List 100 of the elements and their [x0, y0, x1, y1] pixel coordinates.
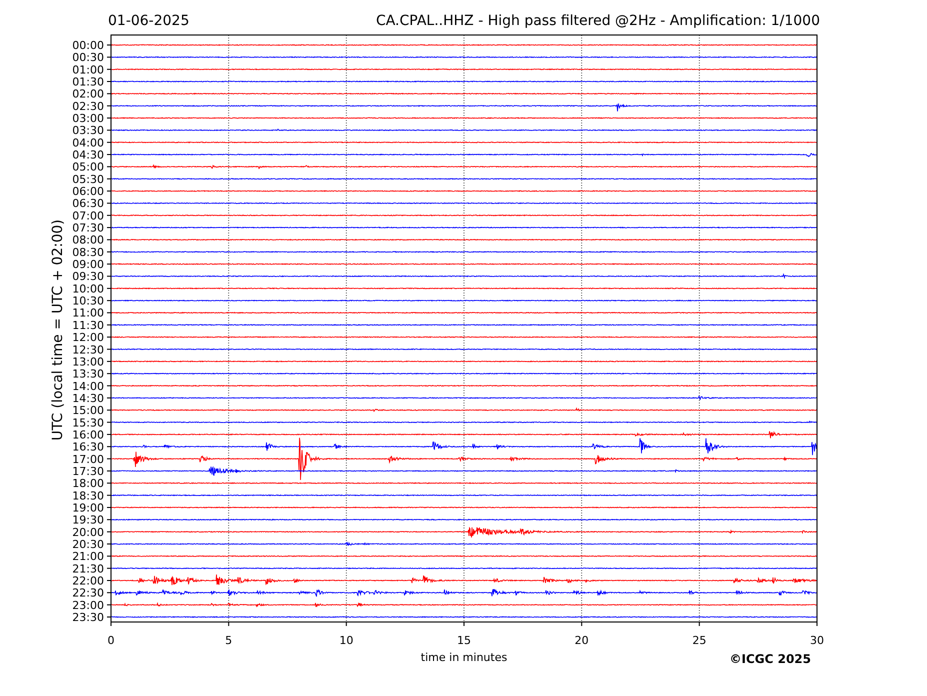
tick-mark	[106, 81, 112, 82]
time-label: 04:30	[72, 148, 104, 162]
tick-mark	[106, 348, 112, 350]
tick-mark	[106, 264, 112, 265]
tick-mark	[106, 446, 112, 448]
axis-tick-label: 10	[339, 634, 354, 647]
time-label: 22:30	[72, 586, 104, 600]
tick-mark	[106, 154, 112, 156]
tick-mark	[106, 397, 112, 398]
tick-mark	[106, 422, 112, 423]
time-label: 14:00	[72, 380, 104, 393]
tick-mark	[106, 568, 112, 569]
tick-mark	[106, 214, 112, 216]
tick-mark	[106, 324, 112, 326]
tick-mark	[106, 239, 112, 240]
time-label: 11:00	[72, 306, 104, 320]
time-label: 06:30	[72, 197, 104, 210]
time-label: 21:30	[72, 562, 104, 576]
tick-mark	[346, 622, 347, 626]
time-label: 12:30	[72, 343, 104, 356]
tick-mark	[106, 482, 112, 484]
tick-mark	[106, 166, 112, 168]
tick-mark	[106, 288, 112, 289]
time-label: 09:30	[72, 270, 104, 284]
time-label: 12:00	[72, 331, 104, 344]
tick-mark	[106, 543, 112, 544]
plot-date: 01-06-2025	[108, 13, 190, 29]
time-label: 18:00	[72, 477, 104, 490]
tick-mark	[106, 373, 112, 374]
x-axis-label: time in minutes	[420, 651, 508, 664]
time-label: 06:00	[72, 185, 104, 198]
time-label: 03:30	[72, 124, 104, 138]
tick-mark	[106, 494, 112, 496]
tick-mark	[581, 622, 582, 626]
tick-mark	[106, 130, 112, 131]
time-label: 19:00	[72, 501, 104, 514]
tick-mark	[106, 458, 112, 460]
time-label: 10:00	[72, 282, 104, 296]
time-label: 15:00	[72, 404, 104, 418]
time-label: 01:30	[72, 76, 104, 88]
tick-mark	[106, 385, 112, 386]
axis-tick-label: 0	[108, 634, 114, 647]
tick-mark	[106, 300, 112, 302]
axis-tick-label: 15	[457, 634, 471, 647]
tick-mark	[106, 410, 112, 411]
tick-mark	[698, 622, 700, 626]
time-label: 10:30	[72, 294, 104, 308]
time-label: 02:00	[72, 88, 104, 101]
tick-mark	[106, 44, 112, 46]
time-label: 03:00	[72, 112, 104, 126]
tick-mark	[106, 531, 112, 532]
time-label: 16:30	[72, 440, 104, 454]
time-label: 02:30	[72, 100, 104, 113]
axis-tick-label: 20	[574, 634, 589, 647]
time-label: 19:30	[72, 514, 104, 527]
time-label: 14:30	[72, 392, 104, 405]
time-label: 21:00	[72, 550, 104, 564]
tick-mark	[106, 470, 112, 472]
tick-mark	[106, 178, 112, 180]
tick-mark	[106, 592, 112, 594]
time-label: 00:30	[72, 51, 104, 64]
copyright-text: ©ICGC 2025	[729, 652, 811, 666]
time-label: 23:30	[72, 611, 104, 624]
time-label: 13:30	[72, 368, 104, 381]
tick-mark	[106, 434, 112, 435]
tick-mark	[816, 622, 818, 626]
time-label: 17:30	[72, 464, 104, 478]
tick-mark	[106, 251, 112, 252]
time-label: 07:30	[72, 222, 104, 235]
y-axis-label: UTC (local time = UTC + 02:00)	[50, 219, 66, 441]
tick-mark	[106, 68, 112, 70]
time-label: 16:00	[72, 428, 104, 442]
tick-mark	[106, 227, 112, 228]
time-label: 23:00	[72, 598, 104, 612]
tick-mark	[106, 93, 112, 94]
time-label: 04:00	[72, 136, 104, 150]
tick-mark	[106, 519, 112, 520]
time-label: 20:00	[72, 526, 104, 539]
tick-mark	[106, 556, 112, 557]
time-label: 18:30	[72, 489, 104, 502]
tick-mark	[106, 336, 112, 338]
plot-title: CA.CPAL..HHZ - High pass filtered @2Hz - Amplification: 1/1000	[376, 13, 820, 29]
time-label: 15:30	[72, 416, 104, 430]
time-label: 05:30	[72, 172, 104, 186]
tick-mark	[106, 580, 112, 581]
time-label: 05:00	[72, 160, 104, 174]
time-label: 20:30	[72, 538, 104, 551]
tick-mark	[106, 360, 112, 362]
tick-mark	[106, 118, 112, 119]
tick-mark	[106, 604, 112, 606]
time-label: 08:00	[72, 234, 104, 247]
tick-mark	[106, 105, 112, 106]
time-label: 07:00	[72, 209, 104, 222]
tick-mark	[106, 312, 112, 314]
tick-mark	[106, 190, 112, 192]
tick-mark	[106, 202, 112, 204]
time-label: 01:00	[72, 63, 104, 76]
time-label: 00:00	[72, 39, 104, 52]
time-label: 08:30	[72, 246, 104, 259]
time-label: 13:00	[72, 355, 104, 368]
